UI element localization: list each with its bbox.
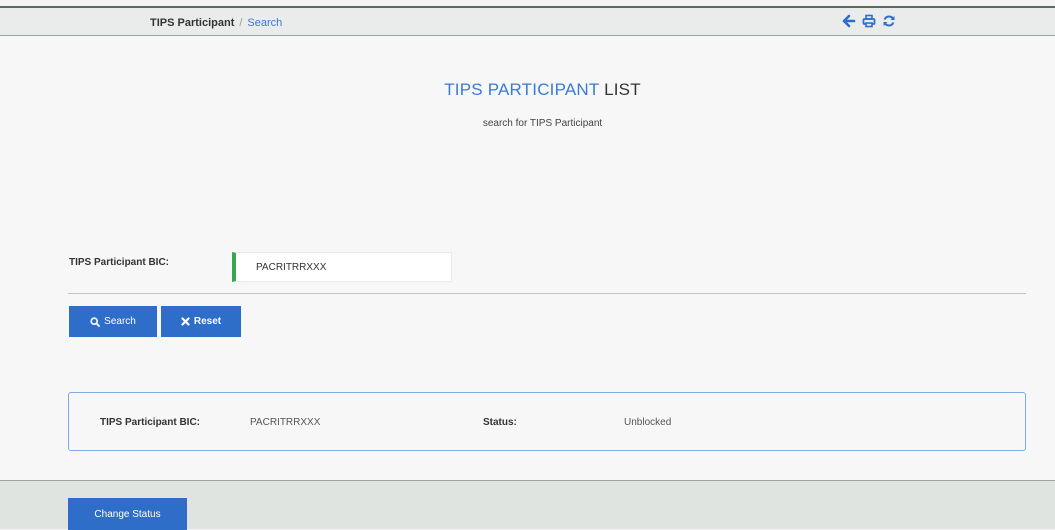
reset-button-label: Reset	[193, 316, 222, 327]
result-bic-label: TIPS Participant BIC:	[100, 417, 201, 428]
page-title-rest: LIST	[604, 80, 641, 99]
breadcrumb: TIPS Participant / Search	[150, 17, 282, 29]
result-bic-value: PACRITRRXXX	[250, 417, 321, 428]
page-title: TIPS PARTICIPANT LIST	[0, 80, 1055, 100]
breadcrumb-separator: /	[239, 17, 243, 29]
result-status-value: Unblocked	[624, 417, 672, 428]
footer-bar: Change Status	[0, 480, 1055, 530]
search-button-label: Search	[104, 316, 136, 327]
back-arrow-icon[interactable]	[842, 14, 856, 28]
bic-input[interactable]	[232, 252, 452, 282]
refresh-icon[interactable]	[882, 14, 896, 28]
breadcrumb-current: TIPS Participant	[150, 17, 235, 29]
page-title-highlight: TIPS PARTICIPANT	[444, 80, 600, 99]
toolbar-icons	[842, 14, 896, 28]
result-status-label: Status:	[483, 417, 517, 428]
result-card[interactable]: TIPS Participant BIC: PACRITRRXXX Status…	[68, 392, 1026, 451]
close-icon	[181, 317, 190, 326]
top-bar: TIPS Participant / Search	[0, 6, 1055, 36]
page-subtitle: search for TIPS Participant	[482, 118, 603, 129]
breadcrumb-link-search[interactable]: Search	[247, 17, 282, 29]
search-icon	[90, 316, 101, 327]
print-icon[interactable]	[862, 14, 876, 28]
form-divider	[68, 293, 1026, 294]
bic-field-label: TIPS Participant BIC:	[69, 257, 170, 268]
search-button[interactable]: Search	[69, 306, 157, 337]
change-status-button[interactable]: Change Status	[68, 498, 187, 530]
reset-button[interactable]: Reset	[161, 306, 241, 337]
